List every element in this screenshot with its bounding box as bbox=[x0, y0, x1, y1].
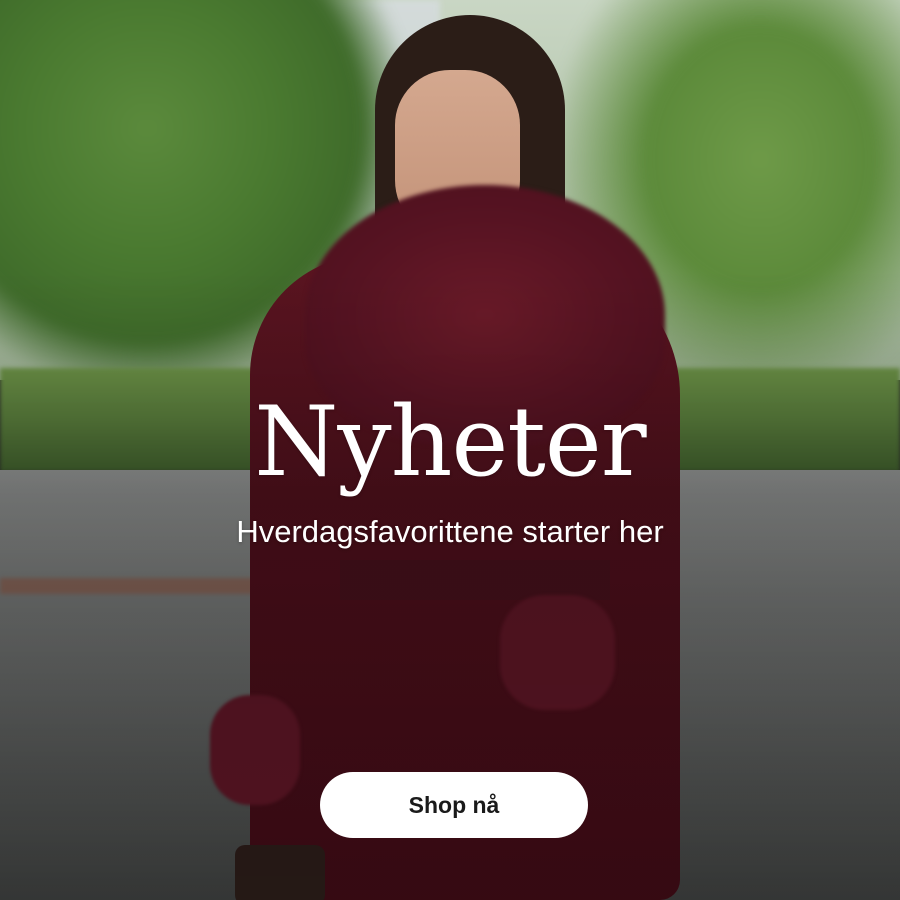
shop-now-button[interactable]: Shop nå bbox=[320, 772, 588, 838]
promo-banner[interactable]: Nyheter Hverdagsfavorittene starter her … bbox=[0, 0, 900, 900]
subheadline: Hverdagsfavorittene starter her bbox=[236, 514, 664, 549]
headline: Nyheter bbox=[254, 386, 646, 498]
